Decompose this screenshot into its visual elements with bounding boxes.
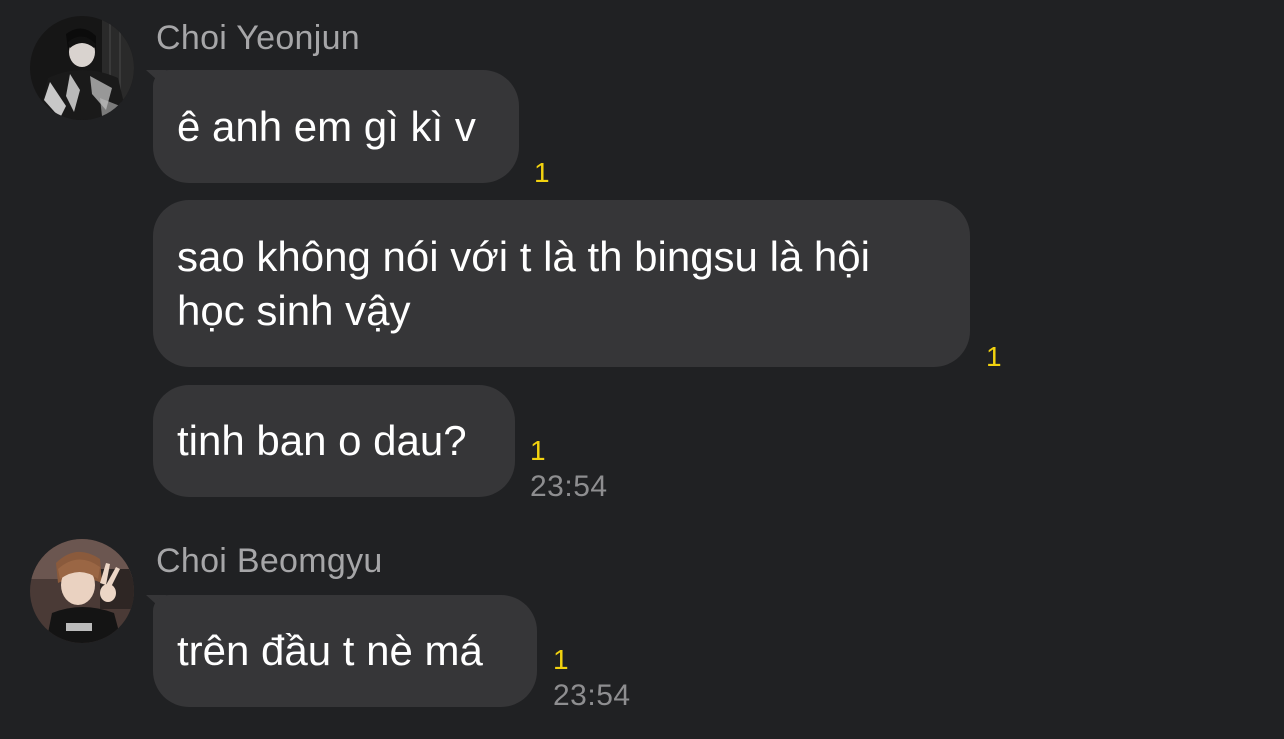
message-timestamp: 23:54: [553, 679, 631, 712]
message-bubble[interactable]: trên đầu t nè má: [153, 595, 537, 707]
message-bubble[interactable]: tinh ban o dau?: [153, 385, 515, 497]
message-timestamp: 23:54: [530, 470, 608, 503]
message-text-line: học sinh vậy: [177, 286, 411, 334]
unread-count: 1: [553, 644, 569, 675]
message-bubble[interactable]: sao không nói với t là th bingsu là hội …: [153, 200, 970, 367]
avatar[interactable]: [30, 539, 134, 643]
message-text-line: sao không nói với t là th bingsu là hội: [177, 232, 870, 280]
message-text: ê anh em gì kì v: [177, 102, 476, 150]
profile-photo-beomgyu: [30, 539, 134, 643]
profile-photo-yeonjun: [30, 16, 134, 120]
avatar[interactable]: [30, 16, 134, 120]
message-text: tinh ban o dau?: [177, 417, 467, 464]
sender-name: Choi Beomgyu: [156, 542, 383, 580]
unread-count: 1: [986, 341, 1002, 372]
unread-count: 1: [530, 435, 546, 466]
unread-count: 1: [534, 157, 550, 188]
message-text: trên đầu t nè má: [177, 627, 483, 674]
sender-name: Choi Yeonjun: [156, 19, 361, 57]
message-bubble[interactable]: ê anh em gì kì v: [153, 70, 519, 183]
